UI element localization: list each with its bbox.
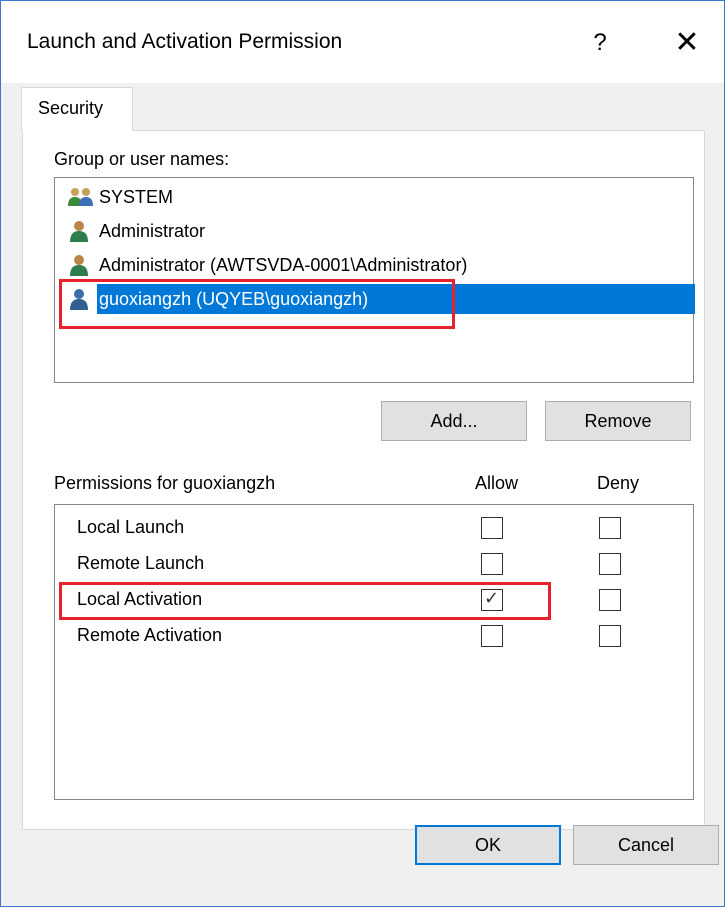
permission-name: Local Launch	[77, 517, 185, 537]
ok-button[interactable]: OK	[415, 825, 561, 865]
deny-checkbox[interactable]	[599, 625, 621, 647]
tab-security[interactable]: Security	[21, 87, 133, 131]
deny-checkbox[interactable]	[599, 589, 621, 611]
permission-row: Remote Activation	[55, 619, 695, 655]
annotation-box-permission	[59, 582, 551, 620]
annotation-box-user	[59, 279, 455, 329]
permissions-list: Local Launch Remote Launch Local Activat…	[54, 504, 694, 800]
allow-checkbox[interactable]	[481, 553, 503, 575]
deny-checkbox[interactable]	[599, 517, 621, 539]
permission-row: Local Launch	[55, 511, 695, 547]
permission-name: Remote Activation	[77, 625, 223, 645]
list-item[interactable]: Administrator (AWTSVDA-0001\Administrato…	[65, 250, 691, 280]
group-list-label: Group or user names:	[54, 149, 230, 169]
list-item[interactable]: Administrator	[65, 216, 691, 246]
help-button[interactable]: ?	[585, 25, 615, 61]
list-item-label: Administrator (AWTSVDA-0001\Administrato…	[99, 255, 468, 275]
list-item[interactable]: SYSTEM	[65, 182, 691, 212]
allow-checkbox[interactable]	[481, 625, 503, 647]
title-bar: Launch and Activation Permission ? ✕	[1, 1, 724, 83]
add-button[interactable]: Add...	[381, 401, 527, 441]
allow-checkbox[interactable]	[481, 517, 503, 539]
user-icon	[70, 255, 88, 276]
permissions-header: Permissions for guoxiangzh	[54, 473, 276, 493]
dialog-title: Launch and Activation Permission	[27, 30, 343, 53]
list-item-label: Administrator	[99, 221, 206, 241]
cancel-button[interactable]: Cancel	[573, 825, 719, 865]
allow-column-header: Allow	[475, 473, 519, 493]
list-item-label: SYSTEM	[99, 187, 174, 207]
deny-checkbox[interactable]	[599, 553, 621, 575]
close-button[interactable]: ✕	[667, 23, 707, 63]
users-group-icon	[68, 188, 93, 206]
deny-column-header: Deny	[597, 473, 640, 493]
permission-name: Remote Launch	[77, 553, 205, 573]
remove-button[interactable]: Remove	[545, 401, 691, 441]
user-icon	[70, 221, 88, 242]
dialog-window: Launch and Activation Permission ? ✕ Sec…	[0, 0, 725, 907]
permission-row: Remote Launch	[55, 547, 695, 583]
